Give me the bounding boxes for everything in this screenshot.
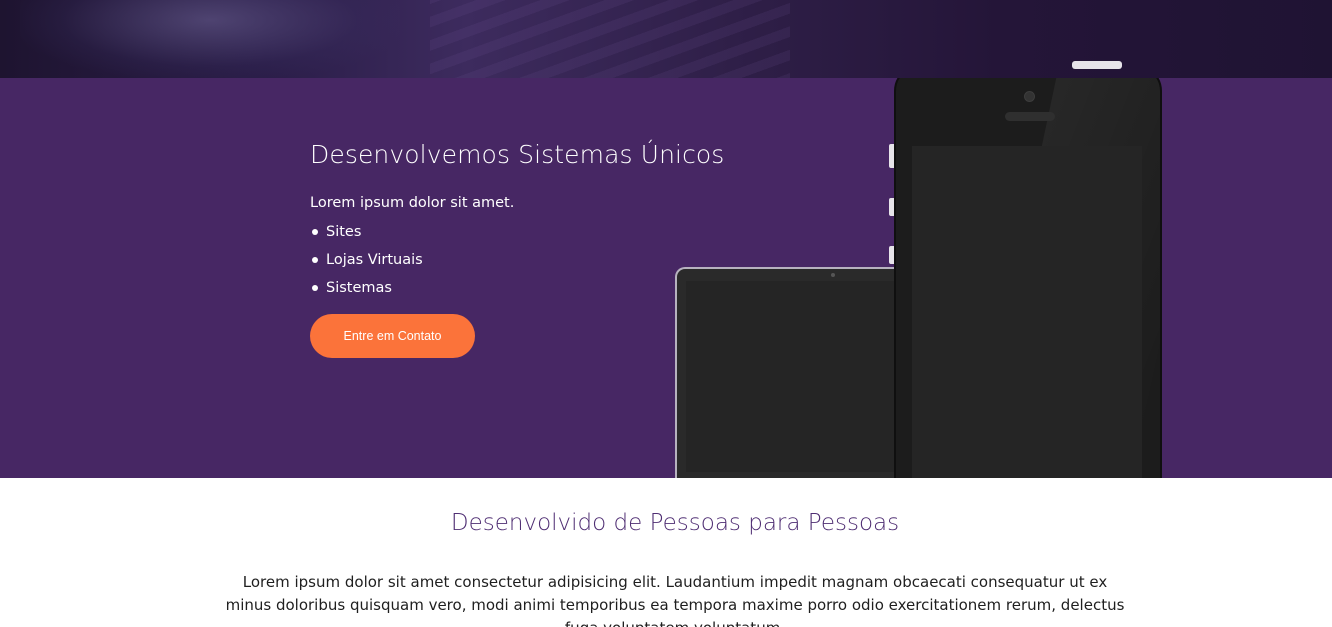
service-label: Lojas Virtuais (326, 252, 423, 268)
hero-title: Desenvolvemos Sistemas Únicos (310, 140, 725, 169)
top-banner-image (0, 0, 1332, 78)
tablet-camera (831, 273, 835, 277)
about-text: Lorem ipsum dolor sit amet consectetur a… (225, 573, 1125, 627)
banner-blur-laptop (20, 0, 400, 78)
hero-section: Desenvolvemos Sistemas Únicos Lorem ipsu… (0, 78, 1332, 478)
contact-button[interactable]: Entre em Contato (310, 314, 475, 358)
phone-device-image (894, 78, 1162, 478)
phone-screen (912, 146, 1142, 478)
bullet-icon (312, 229, 318, 235)
hero-intro: Lorem ipsum dolor sit amet. (310, 195, 515, 211)
about-title: Desenvolvido de Pessoas para Pessoas (450, 510, 900, 536)
service-label: Sistemas (326, 280, 392, 296)
banner-blur-keyboard (430, 0, 790, 78)
service-label: Sites (326, 224, 362, 240)
phone-power-button (1072, 61, 1122, 69)
service-item: Sistemas (310, 279, 423, 307)
services-list: Sites Lojas Virtuais Sistemas (310, 223, 423, 307)
bullet-icon (312, 285, 318, 291)
phone-camera (1024, 91, 1035, 102)
tablet-device-image (675, 267, 915, 478)
phone-speaker (1005, 112, 1055, 121)
tablet-screen (686, 281, 913, 472)
bullet-icon (312, 257, 318, 263)
service-item: Lojas Virtuais (310, 251, 423, 279)
service-item: Sites (310, 223, 423, 251)
